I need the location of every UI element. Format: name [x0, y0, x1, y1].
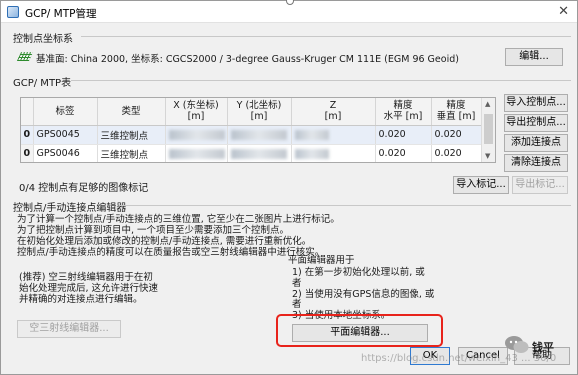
cell-label[interactable]: GPS0045: [33, 125, 98, 145]
divider: [81, 36, 571, 37]
scroll-down-icon[interactable]: ▼: [485, 152, 490, 160]
plane-editor-button[interactable]: 平面编辑器...: [292, 324, 428, 342]
editor-desc-line: 为了把控制点计算到项目中, 一个项目至少需要添加三个控制点。: [17, 225, 290, 236]
export-gcp-button[interactable]: 导出控制点...: [504, 114, 568, 132]
gcp-mtp-dialog: GCP/ MTP管理 ✕ 控制点坐标系 基准面: China 2000, 坐标系…: [0, 0, 578, 375]
grid-icon: [16, 52, 34, 61]
redacted-value: [168, 148, 225, 159]
wechat-icon: [505, 336, 529, 353]
column-header-label[interactable]: 标签: [33, 98, 98, 126]
close-icon[interactable]: ✕: [558, 4, 569, 19]
cell-acc-h[interactable]: 0.020: [375, 144, 432, 162]
scroll-up-icon[interactable]: ▲: [485, 100, 490, 108]
column-header-x[interactable]: X (东坐标) [m]: [165, 98, 228, 126]
cell-y[interactable]: [227, 125, 292, 145]
window-title: GCP/ MTP管理: [25, 8, 97, 20]
ray-editor-desc-line: (推荐) 空三射线编辑器用于在初: [19, 272, 153, 283]
editor-label: 控制点/手动连接点编辑器: [13, 203, 127, 214]
plane-editor-line: 者: [292, 278, 302, 289]
add-tie-point-button[interactable]: 添加连接点: [504, 134, 568, 152]
cell-y[interactable]: [227, 144, 292, 162]
redacted-value: [168, 129, 225, 140]
cell-x[interactable]: [165, 125, 228, 145]
edit-crs-button[interactable]: 编辑...: [505, 48, 563, 66]
plane-editor-line: 者: [292, 299, 302, 310]
gcp-crs-label: 控制点坐标系: [13, 34, 73, 45]
editor-desc-line: 控制点/手动连接点的精度可以在质量报告或空三射线编辑器中进行核实。: [17, 247, 325, 258]
divider: [71, 80, 571, 81]
crs-description: 基准面: China 2000, 坐标系: CGCS2000 / 3-degre…: [36, 54, 459, 65]
table-row[interactable]: 0 GPS0046 三维控制点 0.020 0.020: [21, 144, 482, 162]
column-header-y[interactable]: Y (北坐标) [m]: [227, 98, 292, 126]
app-icon: [7, 6, 19, 18]
column-header-acc-v[interactable]: 精度 垂直 [m]: [431, 98, 482, 126]
row-index: 0: [21, 125, 34, 145]
remove-tie-point-button[interactable]: 清除连接点: [504, 154, 568, 172]
cell-z[interactable]: [291, 144, 376, 162]
divider: [119, 205, 571, 206]
editor-desc-line: 为了计算一个控制点/手动连接点的三维位置, 它至少在二张图片上进行标记。: [17, 214, 340, 225]
cell-type[interactable]: 三维控制点: [97, 144, 166, 162]
cell-acc-v[interactable]: 0.020: [431, 144, 482, 162]
cell-type[interactable]: 三维控制点: [97, 125, 166, 145]
column-header-z[interactable]: Z [m]: [291, 98, 376, 126]
column-header-acc-h[interactable]: 精度 水平 [m]: [375, 98, 432, 126]
marks-status: 0/4 控制点有足够的图像标记: [19, 183, 149, 194]
table-header-row: 标签 类型 X (东坐标) [m] Y (北坐标) [m] Z [m] 精度 水…: [21, 98, 482, 126]
row-index: 0: [21, 144, 34, 162]
import-gcp-button[interactable]: 导入控制点...: [504, 94, 568, 112]
watermark-name: 钱平: [532, 341, 554, 354]
import-marks-button[interactable]: 导入标记...: [453, 176, 509, 194]
table-scrollbar[interactable]: ▲ ▼: [481, 98, 495, 162]
editor-desc-line: 在初始化处理后添加或修改的控制点/手动连接点, 需要进行重新优化。: [17, 236, 312, 247]
scrollbar-thumb[interactable]: [484, 114, 493, 144]
gcp-table-label: GCP/ MTP表: [13, 78, 72, 89]
cell-acc-h[interactable]: 0.020: [375, 125, 432, 145]
redacted-value: [230, 148, 287, 159]
cell-x[interactable]: [165, 144, 228, 162]
ray-editor-desc-line: 并精确的对连接点进行编辑。: [19, 294, 143, 305]
ray-editor-button[interactable]: 空三射线编辑器...: [17, 320, 121, 338]
column-header-type[interactable]: 类型: [97, 98, 166, 126]
cell-label[interactable]: GPS0046: [33, 144, 98, 162]
table-row[interactable]: 0 GPS0045 三维控制点 0.020 0.020: [21, 125, 482, 145]
gcp-table[interactable]: 标签 类型 X (东坐标) [m] Y (北坐标) [m] Z [m] 精度 水…: [20, 97, 496, 163]
redacted-value: [230, 129, 287, 140]
cell-acc-v[interactable]: 0.020: [431, 125, 482, 145]
ray-editor-desc-line: 始化处理完成后, 这允许进行快速: [19, 283, 159, 294]
plane-editor-line: 2) 当使用没有GPS信息的图像, 或: [292, 289, 435, 300]
redacted-value: [294, 148, 329, 159]
cell-z[interactable]: [291, 125, 376, 145]
plane-editor-line: 1) 在第一步初始化处理以前, 或: [292, 267, 425, 278]
plane-editor-title: 平面编辑器用于: [288, 255, 355, 266]
export-marks-button[interactable]: 导出标记...: [512, 176, 568, 194]
redacted-value: [294, 129, 329, 140]
column-header-index: [21, 98, 34, 126]
